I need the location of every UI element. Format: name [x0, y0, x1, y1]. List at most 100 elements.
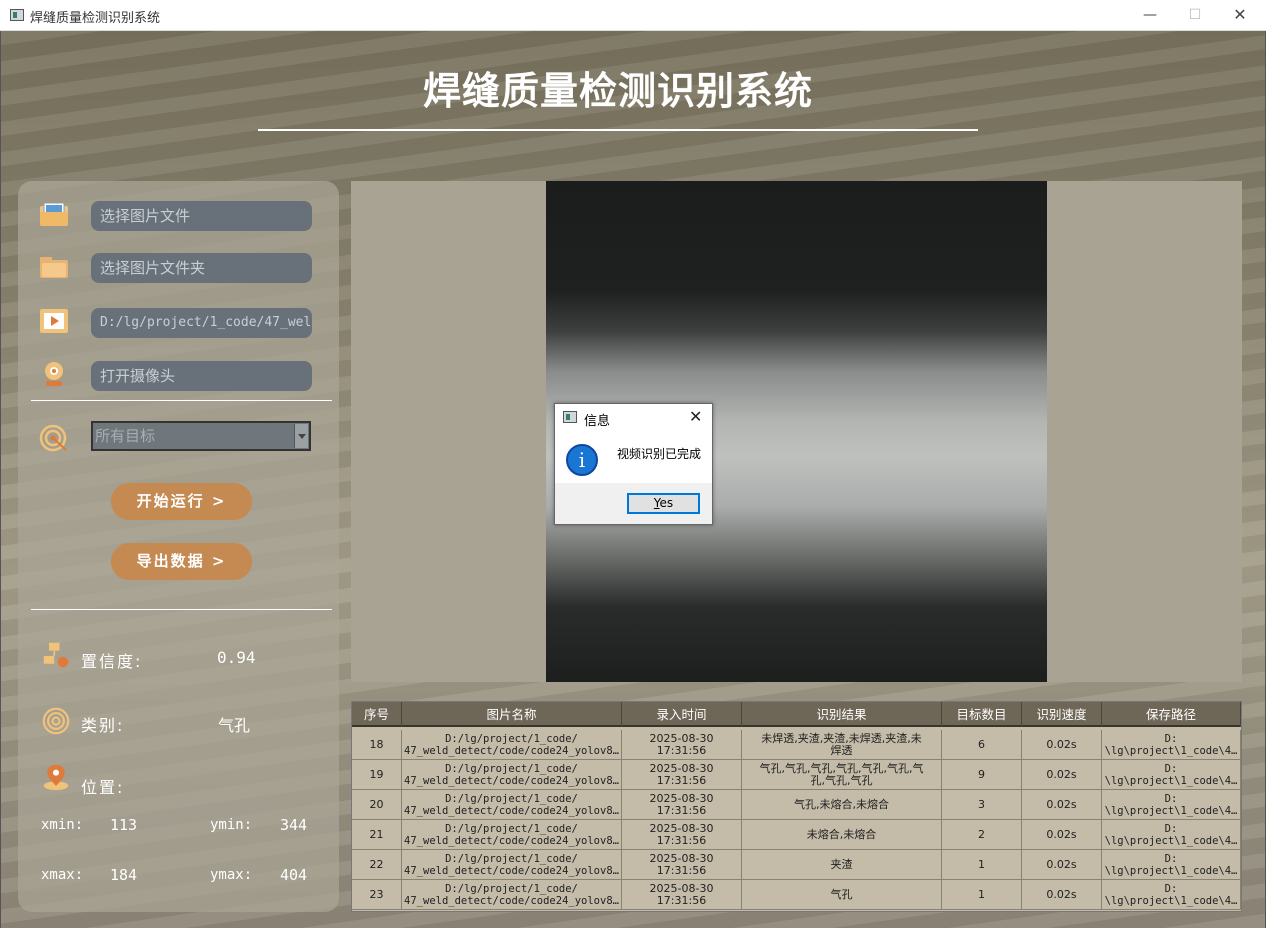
table-cell: 1 [942, 880, 1022, 910]
table-cell: 气孔,未熔合,未熔合 [742, 790, 942, 820]
dialog-title: 信息 [584, 414, 611, 429]
location-pin-icon [43, 764, 69, 791]
close-button[interactable]: ✕ [1220, 4, 1260, 26]
table-row[interactable]: 22 D:/lg/project/1_code/ 47_weld_detect/c… [352, 850, 1241, 880]
window-title: 焊缝质量检测识别系统 [30, 11, 161, 26]
table-cell: D: \lg\project\1_code\4… [1102, 820, 1241, 850]
table-cell: 18 [352, 730, 402, 760]
table-cell: 气孔,气孔,气孔,气孔,气孔,气孔,气 孔,气孔,气孔 [742, 760, 942, 790]
divider [31, 400, 332, 401]
target-select-value: 所有目标 [95, 427, 156, 445]
chevron-down-icon[interactable] [294, 424, 308, 448]
maximize-button[interactable]: ☐ [1175, 4, 1215, 26]
table-row[interactable]: 21 D:/lg/project/1_code/ 47_weld_detect/c… [352, 820, 1241, 850]
column-header[interactable]: 序号 [352, 702, 402, 727]
xmax-label: xmax: [41, 867, 84, 883]
table-row[interactable]: 23 D:/lg/project/1_code/ 47_weld_detect/c… [352, 880, 1241, 910]
divider [31, 609, 332, 610]
table-cell: 1 [942, 850, 1022, 880]
table-cell: 2025-08-30 17:31:56 [622, 880, 742, 910]
table-cell: D:/lg/project/1_code/ 47_weld_detect/cod… [402, 880, 622, 910]
info-icon: i [566, 444, 598, 476]
info-dialog: 信息 ✕ i 视频识别已完成 Yes [554, 403, 713, 525]
page-title: 焊缝质量检测识别系统 [422, 69, 813, 113]
folder-icon [40, 257, 68, 278]
table-cell: 22 [352, 850, 402, 880]
title-underline [258, 129, 978, 131]
table-cell: 3 [942, 790, 1022, 820]
video-icon [40, 309, 68, 333]
video-path-input[interactable]: D:/lg/project/1_code/47_weld_detect [91, 308, 312, 338]
table-cell: 气孔 [742, 880, 942, 910]
column-header[interactable]: 识别速度 [1022, 702, 1102, 727]
table-cell: 0.02s [1022, 790, 1102, 820]
column-header[interactable]: 保存路径 [1102, 702, 1241, 727]
table-cell: 0.02s [1022, 850, 1102, 880]
camera-icon [45, 362, 63, 386]
ymin-value: 344 [280, 816, 308, 834]
table-cell: 0.02s [1022, 760, 1102, 790]
table-cell: D:/lg/project/1_code/ 47_weld_detect/cod… [402, 820, 622, 850]
table-cell: 2025-08-30 17:31:56 [622, 730, 742, 760]
confidence-label: 置信度: [81, 652, 143, 671]
xmin-value: 113 [110, 816, 138, 834]
class-value: 气孔 [218, 716, 251, 735]
target-select[interactable]: 所有目标 [91, 421, 311, 451]
table-cell: 2025-08-30 17:31:56 [622, 820, 742, 850]
app-icon [10, 9, 24, 21]
table-cell: 夹渣 [742, 850, 942, 880]
xmax-value: 184 [110, 866, 138, 884]
table-cell: 19 [352, 760, 402, 790]
xmin-label: xmin: [41, 817, 84, 833]
table-cell: 2 [942, 820, 1022, 850]
dialog-close-icon[interactable]: ✕ [689, 407, 702, 426]
table-cell: 0.02s [1022, 730, 1102, 760]
target-icon [39, 424, 67, 452]
table-cell: D: \lg\project\1_code\4… [1102, 760, 1241, 790]
run-button[interactable]: 开始运行 > [111, 483, 252, 520]
table-cell: D:/lg/project/1_code/ 47_weld_detect/cod… [402, 790, 622, 820]
results-table: 序号 图片名称 录入时间 识别结果 目标数目 识别速度 保存路径 18 D:/lg… [351, 701, 1242, 912]
table-cell: D:/lg/project/1_code/ 47_weld_detect/cod… [402, 850, 622, 880]
table-cell: 2025-08-30 17:31:56 [622, 760, 742, 790]
camera-input[interactable]: 打开摄像头 [91, 361, 312, 391]
table-row[interactable]: 19 D:/lg/project/1_code/ 47_weld_detect/c… [352, 760, 1241, 790]
table-cell: 2025-08-30 17:31:56 [622, 790, 742, 820]
position-label: 位置: [81, 778, 125, 797]
minimize-button[interactable]: — [1130, 4, 1170, 26]
ymax-label: ymax: [210, 867, 253, 883]
ymax-value: 404 [280, 866, 308, 884]
table-cell: D: \lg\project\1_code\4… [1102, 850, 1241, 880]
table-cell: 0.02s [1022, 820, 1102, 850]
class-label: 类别: [81, 716, 125, 735]
column-header[interactable]: 图片名称 [402, 702, 622, 727]
table-cell: 未熔合,未熔合 [742, 820, 942, 850]
table-cell: 9 [942, 760, 1022, 790]
table-cell: D: \lg\project\1_code\4… [1102, 730, 1241, 760]
table-body: 18 D:/lg/project/1_code/ 47_weld_detect/c… [352, 730, 1241, 910]
confidence-value: 0.94 [217, 648, 256, 667]
image-file-icon [40, 202, 68, 226]
table-cell: 0.02s [1022, 880, 1102, 910]
image-folder-input[interactable]: 选择图片文件夹 [91, 253, 312, 283]
column-header[interactable]: 目标数目 [942, 702, 1022, 727]
export-button[interactable]: 导出数据 > [111, 543, 252, 580]
dialog-message: 视频识别已完成 [617, 447, 702, 461]
column-header[interactable]: 识别结果 [742, 702, 942, 727]
yes-button[interactable]: Yes [627, 493, 700, 514]
table-cell: D: \lg\project\1_code\4… [1102, 880, 1241, 910]
table-cell: 2025-08-30 17:31:56 [622, 850, 742, 880]
ymin-label: ymin: [210, 817, 253, 833]
table-cell: 未焊透,夹渣,夹渣,未焊透,夹渣,未 焊透 [742, 730, 942, 760]
image-file-input[interactable]: 选择图片文件 [91, 201, 312, 231]
dialog-app-icon [563, 411, 577, 423]
table-cell: 6 [942, 730, 1022, 760]
class-icon [42, 707, 70, 735]
table-cell: D:/lg/project/1_code/ 47_weld_detect/cod… [402, 760, 622, 790]
table-row[interactable]: 18 D:/lg/project/1_code/ 47_weld_detect/c… [352, 730, 1241, 760]
table-cell: D:/lg/project/1_code/ 47_weld_detect/cod… [402, 730, 622, 760]
table-row[interactable]: 20 D:/lg/project/1_code/ 47_weld_detect/c… [352, 790, 1241, 820]
table-header: 序号 图片名称 录入时间 识别结果 目标数目 识别速度 保存路径 [352, 702, 1241, 727]
column-header[interactable]: 录入时间 [622, 702, 742, 727]
table-cell: 23 [352, 880, 402, 910]
